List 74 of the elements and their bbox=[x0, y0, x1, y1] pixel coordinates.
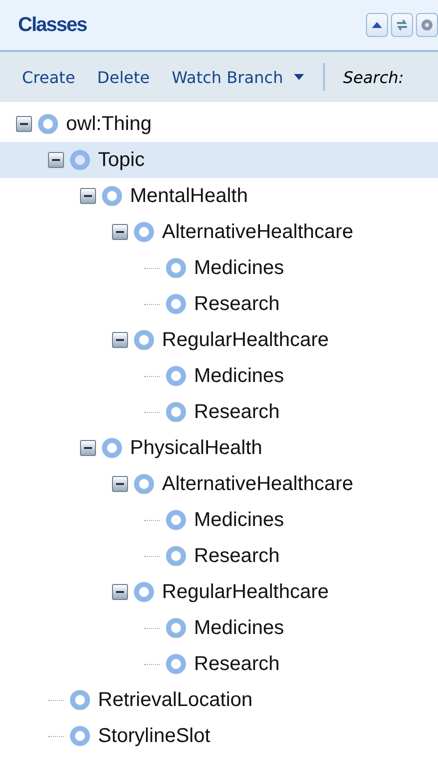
tree-row[interactable]: Medicines bbox=[0, 610, 438, 646]
tree-item-label: Medicines bbox=[194, 364, 284, 388]
tree-item-label: Research bbox=[194, 652, 280, 676]
search-label: Search: bbox=[343, 68, 404, 86]
collapse-icon[interactable] bbox=[112, 224, 128, 240]
class-icon bbox=[134, 222, 154, 242]
tree-row[interactable]: RegularHealthcare bbox=[0, 574, 438, 610]
tree-item-label: AlternativeHealthcare bbox=[162, 472, 354, 496]
tree-row[interactable]: AlternativeHealthcare bbox=[0, 214, 438, 250]
tree-row[interactable]: PhysicalHealth bbox=[0, 430, 438, 466]
collapse-icon[interactable] bbox=[80, 440, 96, 456]
tree-row[interactable]: StorylineSlot bbox=[0, 718, 438, 754]
sync-button[interactable] bbox=[391, 13, 413, 37]
tree-item-label: Research bbox=[194, 292, 280, 316]
tree-row[interactable]: Research bbox=[0, 394, 438, 430]
settings-icon bbox=[420, 18, 434, 32]
collapse-icon[interactable] bbox=[112, 584, 128, 600]
class-icon bbox=[102, 438, 122, 458]
collapse-up-button[interactable] bbox=[366, 13, 388, 37]
tree-row[interactable]: Research bbox=[0, 286, 438, 322]
panel-title: Classes bbox=[18, 14, 88, 36]
collapse-icon[interactable] bbox=[16, 116, 32, 132]
sync-icon bbox=[395, 18, 409, 32]
tree-item-label: RegularHealthcare bbox=[162, 328, 329, 352]
tree-row[interactable]: Medicines bbox=[0, 502, 438, 538]
tree-row[interactable]: Medicines bbox=[0, 250, 438, 286]
class-icon bbox=[166, 294, 186, 314]
tree-row[interactable]: Medicines bbox=[0, 358, 438, 394]
tree-row[interactable]: RegularHealthcare bbox=[0, 322, 438, 358]
toolbar-button[interactable]: Delete bbox=[97, 68, 150, 86]
class-icon bbox=[38, 114, 58, 134]
tree-item-label: Medicines bbox=[194, 256, 284, 280]
tree-item-label: MentalHealth bbox=[130, 184, 248, 208]
tree-item-label: RetrievalLocation bbox=[98, 688, 253, 712]
caret-icon bbox=[293, 73, 306, 81]
tree-row[interactable]: Research bbox=[0, 646, 438, 682]
tree-row[interactable]: MentalHealth bbox=[0, 178, 438, 214]
toolbar-button[interactable]: Create bbox=[22, 68, 76, 86]
class-icon bbox=[166, 546, 186, 566]
triangle-up-icon bbox=[371, 20, 383, 30]
tree-row[interactable]: Topic bbox=[0, 142, 438, 178]
class-icon bbox=[166, 654, 186, 674]
class-icon bbox=[166, 402, 186, 422]
class-icon bbox=[70, 726, 90, 746]
collapse-icon[interactable] bbox=[112, 332, 128, 348]
class-icon bbox=[102, 186, 122, 206]
tree-item-label: Research bbox=[194, 544, 280, 568]
class-icon bbox=[166, 618, 186, 638]
tree-item-label: RegularHealthcare bbox=[162, 580, 329, 604]
tree-item-label: Topic bbox=[98, 148, 145, 172]
tree-item-label: owl:Thing bbox=[66, 112, 152, 136]
class-icon bbox=[166, 510, 186, 530]
tree-item-label: StorylineSlot bbox=[98, 724, 210, 748]
tree-item-label: AlternativeHealthcare bbox=[162, 220, 354, 244]
tree-item-label: Medicines bbox=[194, 508, 284, 532]
tree-item-label: Research bbox=[194, 400, 280, 424]
class-icon bbox=[134, 582, 154, 602]
class-icon bbox=[166, 366, 186, 386]
tree-row[interactable]: Research bbox=[0, 538, 438, 574]
class-icon bbox=[70, 150, 90, 170]
collapse-icon[interactable] bbox=[112, 476, 128, 492]
settings-button[interactable] bbox=[416, 13, 438, 37]
class-icon bbox=[134, 474, 154, 494]
collapse-icon[interactable] bbox=[80, 188, 96, 204]
tree-row[interactable]: AlternativeHealthcare bbox=[0, 466, 438, 502]
class-icon bbox=[70, 690, 90, 710]
collapse-icon[interactable] bbox=[48, 152, 64, 168]
tree-item-label: Medicines bbox=[194, 616, 284, 640]
tree-item-label: PhysicalHealth bbox=[130, 436, 262, 460]
tree-row[interactable]: owl:Thing bbox=[0, 106, 438, 142]
class-icon bbox=[134, 330, 154, 350]
class-icon bbox=[166, 258, 186, 278]
tree-row[interactable]: RetrievalLocation bbox=[0, 682, 438, 718]
watch-branch-dropdown[interactable]: Watch Branch bbox=[172, 68, 306, 86]
